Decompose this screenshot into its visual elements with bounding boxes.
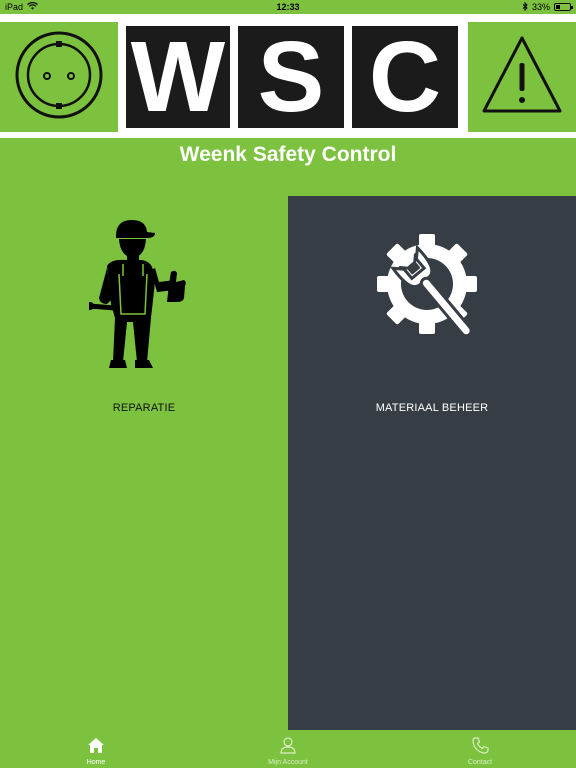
title-bar: Weenk Safety Control bbox=[0, 138, 576, 196]
device-name: iPad bbox=[5, 2, 24, 12]
header-banner: W S C bbox=[0, 14, 576, 138]
page-title: Weenk Safety Control bbox=[179, 143, 397, 166]
tab-home[interactable]: Home bbox=[0, 730, 192, 768]
warning-triangle-icon bbox=[480, 33, 564, 122]
socket-tile bbox=[0, 22, 118, 132]
logo-letter-s: S bbox=[234, 22, 348, 132]
tab-contact-label: Contact bbox=[467, 759, 493, 766]
status-left: iPad bbox=[5, 1, 145, 12]
tab-mijn-account[interactable]: Mijn Account bbox=[192, 730, 384, 768]
tab-bar: Home Mijn Account Contact bbox=[0, 730, 576, 768]
tab-contact[interactable]: Contact bbox=[384, 730, 576, 768]
materiaal-beheer-tile[interactable]: MATERIAAL BEHEER bbox=[288, 196, 576, 730]
status-right: 33% bbox=[431, 1, 573, 13]
main-menu: REPARATIE MATERIAAL BEHEER bbox=[0, 196, 576, 730]
battery-icon bbox=[554, 3, 573, 11]
phone-icon bbox=[471, 735, 489, 755]
battery-percentage: 33% bbox=[531, 2, 550, 12]
status-bar: iPad 12:33 33% bbox=[0, 0, 576, 14]
logo-letter-w: W bbox=[122, 22, 234, 132]
home-icon bbox=[87, 735, 105, 755]
status-time: 12:33 bbox=[276, 2, 300, 12]
gear-wrench-icon bbox=[357, 214, 507, 374]
user-icon bbox=[280, 735, 296, 755]
reparatie-tile[interactable]: REPARATIE bbox=[0, 196, 288, 730]
logo-letter-c: C bbox=[348, 22, 462, 132]
wifi-icon bbox=[27, 1, 38, 12]
tab-home-label: Home bbox=[86, 759, 106, 766]
tab-mijn-account-label: Mijn Account bbox=[268, 759, 308, 766]
bluetooth-icon bbox=[522, 1, 528, 13]
materiaal-beheer-label: MATERIAAL BEHEER bbox=[375, 402, 489, 414]
power-socket-icon bbox=[11, 27, 107, 128]
warning-tile bbox=[468, 22, 576, 132]
reparatie-label: REPARATIE bbox=[112, 402, 176, 414]
worker-thumbs-up-icon bbox=[69, 214, 219, 374]
